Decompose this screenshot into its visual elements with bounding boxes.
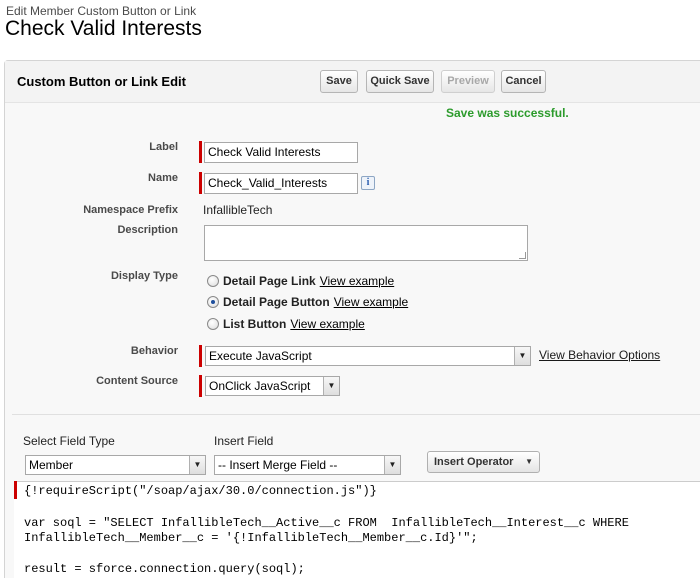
insert-operator-button[interactable]: Insert Operator ▼ (427, 451, 540, 473)
info-icon[interactable]: i (361, 176, 375, 190)
insert-field-select[interactable]: -- Insert Merge Field -- ▼ (214, 455, 401, 475)
namespace-field-label: Namespace Prefix (83, 204, 178, 216)
behavior-select[interactable]: Execute JavaScript ▼ (205, 346, 531, 366)
required-indicator (199, 375, 202, 397)
content-source-select[interactable]: OnClick JavaScript ▼ (205, 376, 340, 396)
field-type-select[interactable]: Member ▼ (25, 455, 206, 475)
behavior-label: Behavior (130, 345, 178, 357)
description-field-label: Description (117, 224, 178, 236)
page-title: Check Valid Interests (5, 17, 202, 40)
view-example-link[interactable]: View example (290, 317, 364, 331)
required-indicator (199, 141, 202, 163)
panel-title: Custom Button or Link Edit (17, 74, 186, 89)
code-line: var soql = "SELECT InfallibleTech__Activ… (24, 516, 629, 530)
code-line: InfallibleTech__Member__c = '{!Infallibl… (24, 531, 478, 545)
radio-list-button[interactable] (207, 318, 219, 330)
insert-field-label: Insert Field (214, 434, 274, 448)
radio-label: List Button (223, 317, 287, 331)
required-indicator (14, 481, 17, 499)
save-button[interactable]: Save (320, 70, 358, 93)
radio-label: Detail Page Button (223, 295, 330, 309)
page-header: Edit Member Custom Button or Link Check … (0, 0, 700, 52)
required-indicator (199, 172, 202, 194)
view-example-link[interactable]: View example (320, 274, 394, 288)
chevron-down-icon: ▼ (514, 347, 530, 365)
panel-header: Custom Button or Link Edit Save Quick Sa… (5, 61, 700, 103)
breadcrumb: Edit Member Custom Button or Link (6, 4, 197, 18)
namespace-value: InfallibleTech (203, 203, 273, 217)
resize-grip-icon[interactable] (519, 252, 526, 259)
insert-operator-label: Insert Operator (434, 456, 514, 468)
view-behavior-options-link[interactable]: View Behavior Options (539, 348, 660, 362)
description-textarea[interactable] (204, 225, 528, 261)
display-type-option-button: Detail Page Button View example (207, 294, 408, 310)
success-message: Save was successful. (446, 106, 569, 120)
content-source-label: Content Source (96, 375, 178, 387)
name-input[interactable]: Check_Valid_Interests (204, 173, 358, 194)
behavior-value: Execute JavaScript (209, 349, 312, 363)
display-type-label: Display Type (110, 270, 178, 282)
radio-detail-page-button[interactable] (207, 296, 219, 308)
radio-label: Detail Page Link (223, 274, 316, 288)
display-type-option-list: List Button View example (207, 316, 365, 332)
radio-detail-page-link[interactable] (207, 275, 219, 287)
code-line: result = sforce.connection.query(soql); (24, 562, 305, 576)
quick-save-button[interactable]: Quick Save (366, 70, 434, 93)
chevron-down-icon: ▼ (384, 456, 400, 474)
insert-field-value: -- Insert Merge Field -- (218, 458, 338, 472)
label-input[interactable]: Check Valid Interests (204, 142, 358, 163)
chevron-down-icon: ▼ (189, 456, 205, 474)
view-example-link[interactable]: View example (334, 295, 408, 309)
name-field-label: Name (148, 172, 178, 184)
required-indicator (199, 345, 202, 367)
code-line: {!requireScript("/soap/ajax/30.0/connect… (24, 484, 377, 498)
select-field-type-label: Select Field Type (23, 434, 115, 448)
field-type-value: Member (29, 458, 74, 472)
chevron-down-icon: ▼ (525, 457, 533, 466)
display-type-option-link: Detail Page Link View example (207, 273, 394, 289)
preview-button[interactable]: Preview (441, 70, 495, 93)
label-field-label: Label (149, 141, 178, 153)
chevron-down-icon: ▼ (323, 377, 339, 395)
content-source-value: OnClick JavaScript (209, 379, 311, 393)
cancel-button[interactable]: Cancel (501, 70, 546, 93)
section-divider (12, 414, 700, 415)
